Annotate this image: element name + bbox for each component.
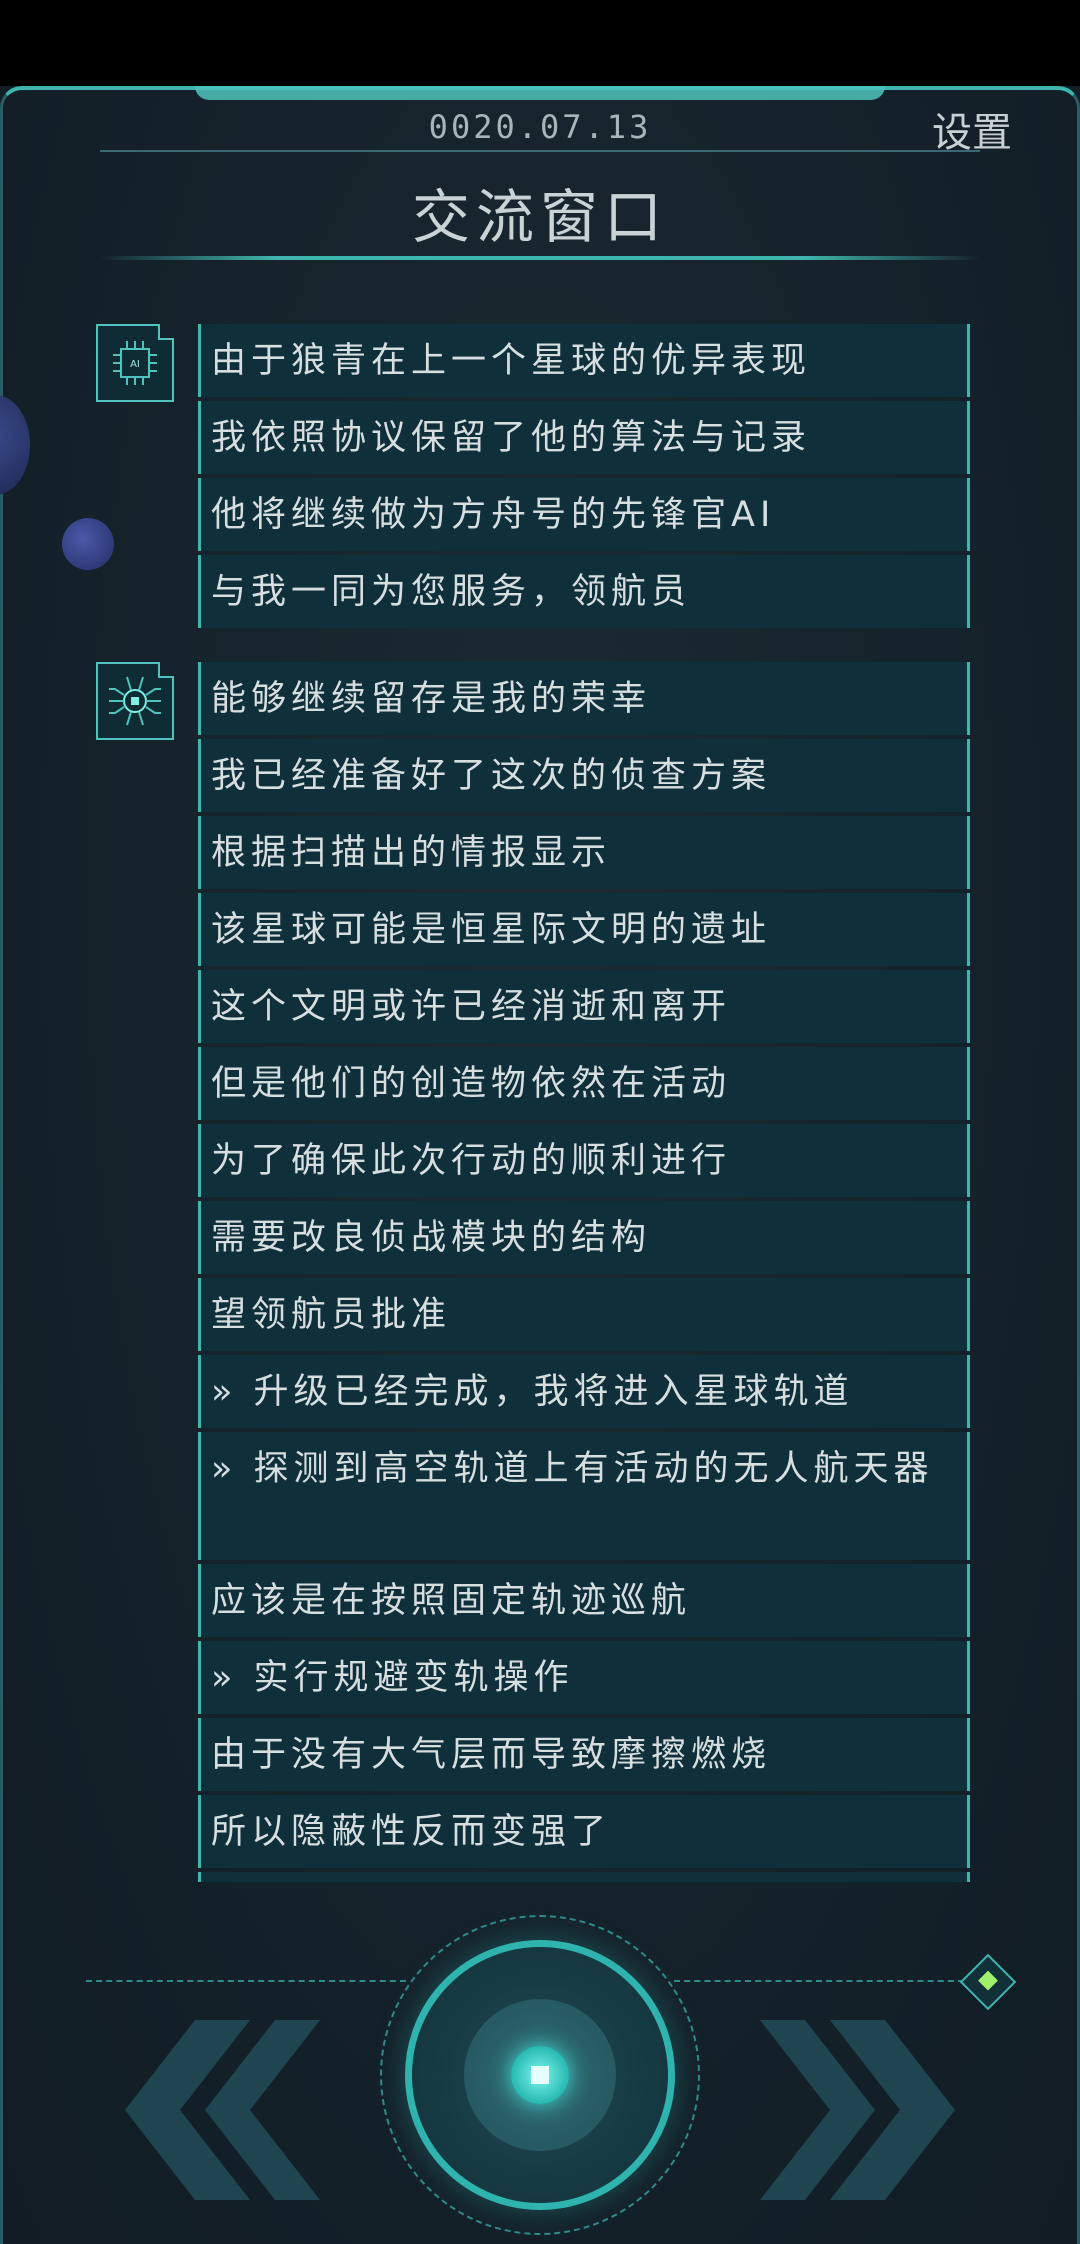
message-group-1: 由于狼青在上一个星球的优异表现 我依照协议保留了他的算法与记录 他将继续做为方舟… (198, 324, 970, 632)
message-bubble: 我已经准备好了这次的侦查方案 (198, 739, 970, 812)
double-chevron-left-icon[interactable] (100, 2020, 320, 2200)
message-bubble: 该星球可能是恒星际文明的遗址 (198, 893, 970, 966)
small-planet-icon (62, 518, 114, 570)
message-bubble: 所以隐蔽性反而变强了 (198, 1795, 970, 1868)
title-underline (100, 256, 980, 260)
message-bubble: 为了确保此次行动的顺利进行 (198, 1124, 970, 1197)
message-bubble: » 实行规避变轨操作 (198, 1641, 970, 1714)
date-label: 0020.07.13 (428, 108, 652, 146)
game-screen: 0020.07.13 设置 交流窗口 AI 由于狼青在上一个星球的优异表现 我依… (0, 0, 1080, 2244)
circuit-bug-avatar (96, 662, 174, 740)
message-group-2: 能够继续留存是我的荣幸 我已经准备好了这次的侦查方案 根据扫描出的情报显示 该星… (198, 662, 970, 1886)
double-chevron-right-icon[interactable] (760, 2020, 980, 2200)
message-bubble: 能够继续留存是我的荣幸 (198, 662, 970, 735)
message-bubble: 望领航员批准 (198, 1278, 970, 1351)
orb-inner-ring (464, 1999, 616, 2151)
center-action-button[interactable] (405, 1940, 675, 2210)
stop-square-icon (511, 2046, 569, 2104)
message-bubble: 与我一同为您服务，领航员 (198, 555, 970, 628)
circuit-bug-icon (109, 676, 161, 726)
message-bubble: 需要改良侦战模块的结构 (198, 1201, 970, 1274)
ai-chip-icon: AI (113, 341, 157, 385)
message-bubble: 由于狼青在上一个星球的优异表现 (198, 324, 970, 397)
message-bubble-partial (198, 1872, 970, 1882)
message-bubble: 但是他们的创造物依然在活动 (198, 1047, 970, 1120)
message-bubble: 应该是在按照固定轨迹巡航 (198, 1564, 970, 1637)
message-bubble: 我依照协议保留了他的算法与记录 (198, 401, 970, 474)
frame-top-tab (195, 86, 885, 100)
message-bubble: » 升级已经完成，我将进入星球轨道 (198, 1355, 970, 1428)
message-bubble: 根据扫描出的情报显示 (198, 816, 970, 889)
dashed-line-right (674, 1980, 964, 1982)
message-bubble: » 探测到高空轨道上有活动的无人航天器 (198, 1432, 970, 1560)
ai-chip-label: AI (130, 359, 140, 370)
ai-chip-avatar: AI (96, 324, 174, 402)
message-bubble: 这个文明或许已经消逝和离开 (198, 970, 970, 1043)
dashed-line-left (86, 1980, 406, 1982)
page-title: 交流窗口 (411, 183, 668, 251)
message-bubble: 由于没有大气层而导致摩擦燃烧 (198, 1718, 970, 1791)
message-bubble: 他将继续做为方舟号的先锋官AI (198, 478, 970, 551)
header-divider (100, 150, 980, 152)
status-bar (0, 0, 1080, 86)
control-panel (0, 1915, 1080, 2244)
